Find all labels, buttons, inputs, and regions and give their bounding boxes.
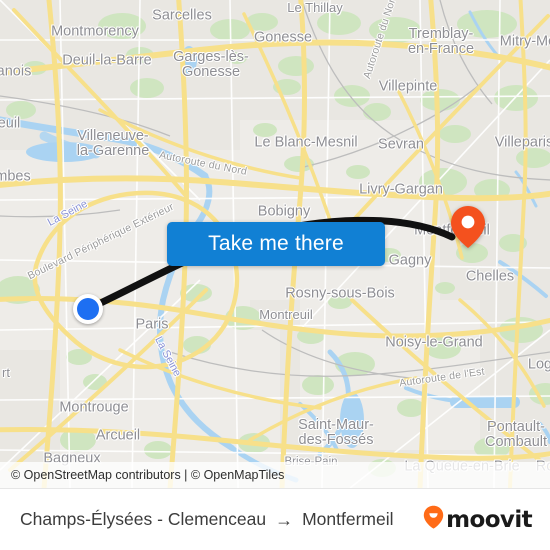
journey-origin-label: Champs-Élysées - Clemenceau: [20, 509, 267, 529]
arrow-right-icon: →: [275, 509, 294, 530]
map-attribution-text[interactable]: © OpenStreetMap contributors | © OpenMap…: [0, 468, 284, 482]
moovit-pin-icon: [423, 505, 444, 534]
take-me-there-button[interactable]: Take me there: [167, 222, 385, 266]
moovit-logo[interactable]: moovit: [423, 505, 533, 534]
map-attribution-bar: © OpenStreetMap contributors | © OpenMap…: [0, 462, 550, 488]
moovit-wordmark: moovit: [446, 506, 532, 533]
journey-destination-label: Montfermeil: [302, 509, 394, 529]
map-canvas[interactable]: Le Thillay Sarcelles Autoroute du Nord Trem…: [0, 0, 550, 488]
footer-bar: Champs-Élysées - Clemenceau → Montfermei…: [0, 488, 550, 550]
origin-location-dot[interactable]: [73, 294, 103, 324]
moovit-trip-planner-screen: Le Thillay Sarcelles Autoroute du Nord Trem…: [0, 0, 550, 550]
journey-summary: Champs-Élysées - Clemenceau → Montfermei…: [20, 509, 394, 530]
